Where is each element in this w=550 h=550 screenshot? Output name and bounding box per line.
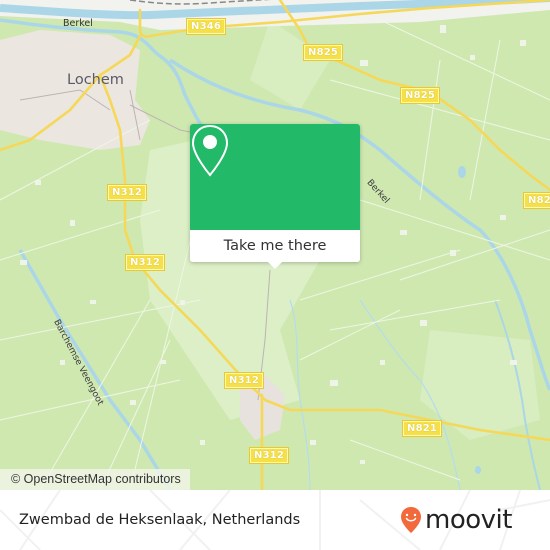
- map-view[interactable]: Berkel Lochem Berkel Barchemse Veengoot …: [0, 0, 550, 490]
- moovit-smile-pin-icon: [401, 507, 421, 533]
- road-shield-n825: N825: [522, 192, 550, 209]
- popup-pointer: [267, 261, 283, 269]
- road-shield-n312: N312: [106, 184, 148, 201]
- location-popup: Take me there: [190, 124, 360, 269]
- pond: [475, 466, 481, 474]
- road-shield-n346: N346: [185, 18, 227, 35]
- road-shield-n821: N821: [401, 420, 443, 437]
- popup-pin-area[interactable]: [190, 124, 360, 230]
- take-me-there-button[interactable]: Take me there: [190, 230, 360, 262]
- road-shield-n825: N825: [302, 44, 344, 61]
- location-title: Zwembad de Heksenlaak, Netherlands: [19, 512, 301, 528]
- location-pin-icon: [191, 124, 229, 177]
- road-shield-n312: N312: [248, 447, 290, 464]
- footer-bar: Zwembad de Heksenlaak, Netherlands moovi…: [0, 490, 550, 550]
- place-label-lochem: Lochem: [67, 72, 124, 88]
- moovit-logo[interactable]: moovit: [400, 504, 512, 536]
- road-shield-n312: N312: [223, 372, 265, 389]
- road-shield-n825: N825: [399, 87, 441, 104]
- moovit-wordmark: moovit: [425, 505, 512, 535]
- place-label-berkel: Berkel: [63, 18, 93, 29]
- map-attribution[interactable]: © OpenStreetMap contributors: [0, 469, 190, 490]
- road-shield-n312: N312: [124, 254, 166, 271]
- pond: [458, 166, 466, 178]
